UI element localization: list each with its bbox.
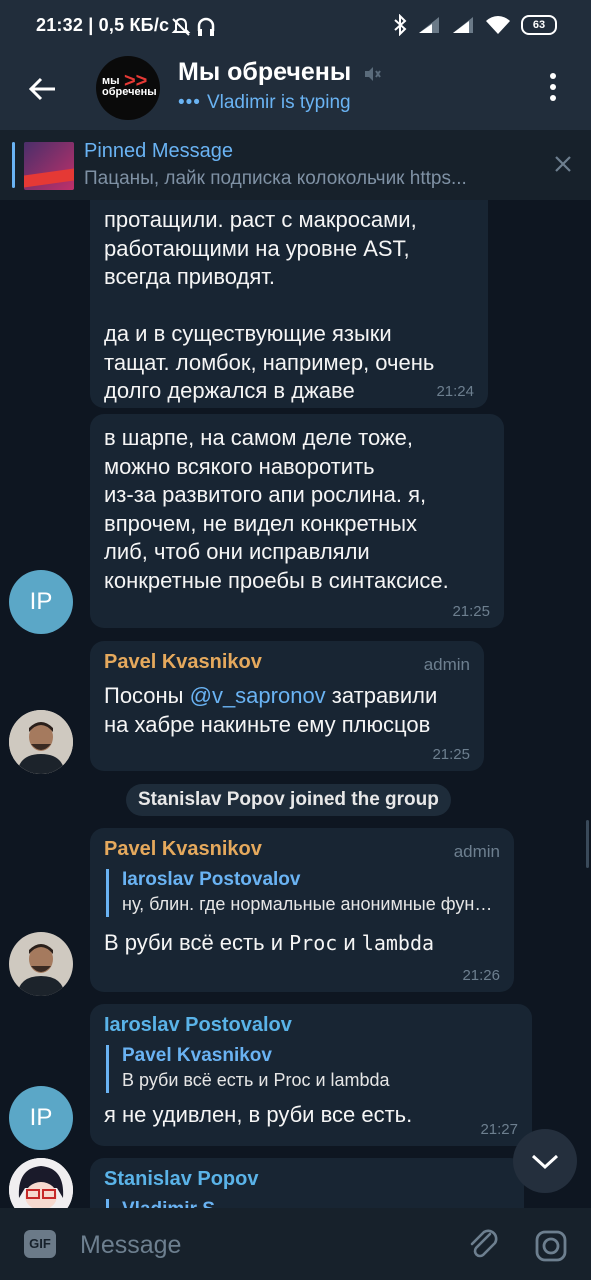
scroll-down-button[interactable] bbox=[513, 1129, 577, 1193]
message-text: В руби всё есть и Proc и lambda bbox=[104, 929, 500, 958]
avatar[interactable] bbox=[9, 1158, 73, 1208]
status-icons: 63 bbox=[393, 14, 557, 36]
admin-badge: admin bbox=[453, 842, 500, 861]
reply-quote[interactable]: Iaroslav Postovalov ну, блин. где нормал… bbox=[106, 869, 500, 917]
message-time: 21:24 bbox=[436, 383, 474, 400]
pinned-accent-bar bbox=[12, 142, 15, 188]
message-bubble[interactable]: в шарпе, на самом деле тоже, можно всяко… bbox=[90, 414, 504, 628]
service-message: Stanislav Popov joined the group bbox=[126, 784, 451, 816]
camera-icon[interactable] bbox=[533, 1228, 569, 1264]
typing-text: Vladimir is typing bbox=[206, 92, 351, 113]
message-text: протащили. раст с макросами, работающими… bbox=[104, 207, 435, 403]
mention-link[interactable]: @v_sapronov bbox=[190, 683, 326, 708]
scrollbar-thumb[interactable] bbox=[586, 820, 589, 868]
sender-name[interactable]: Iaroslav Postovalov bbox=[104, 1014, 518, 1037]
message-bubble[interactable]: протащили. раст с макросами, работающими… bbox=[90, 200, 488, 408]
message-text-part: В руби всё есть и bbox=[104, 930, 290, 955]
message-time: 21:25 bbox=[452, 603, 490, 620]
message-list[interactable]: протащили. раст с макросами, работающими… bbox=[0, 200, 591, 1208]
sender-name[interactable]: Pavel Kvasnikov bbox=[104, 651, 470, 674]
close-icon[interactable] bbox=[553, 154, 573, 174]
wifi-icon bbox=[486, 16, 510, 34]
message-bubble[interactable]: Stanislav Popov Vladimir S... bbox=[90, 1158, 524, 1208]
attach-icon[interactable] bbox=[466, 1226, 502, 1262]
typing-dots-icon: ••• bbox=[178, 92, 201, 113]
message-text: в шарпе, на самом деле тоже, можно всяко… bbox=[104, 425, 449, 593]
pinned-title: Pinned Message bbox=[84, 140, 233, 162]
avatar[interactable]: IP bbox=[9, 570, 73, 634]
quote-sender: Vladimir S... bbox=[122, 1199, 510, 1208]
message-input-bar: GIF bbox=[0, 1208, 591, 1280]
status-time-speed: 21:32 | 0,5 КБ/с bbox=[36, 15, 170, 35]
muted-speaker-icon bbox=[365, 67, 381, 81]
chat-header: мы обречены >> Мы обречены ••• Vladimir i… bbox=[0, 56, 591, 130]
user-photo-icon bbox=[9, 932, 73, 996]
group-avatar[interactable]: мы обречены >> bbox=[96, 56, 160, 120]
avatar[interactable] bbox=[9, 932, 73, 996]
admin-badge: admin bbox=[423, 655, 470, 674]
status-bar: 21:32 | 0,5 КБ/с 63 bbox=[0, 0, 591, 56]
sender-name[interactable]: Stanislav Popov bbox=[104, 1168, 510, 1191]
typing-status: ••• Vladimir is typing bbox=[178, 92, 351, 114]
message-bubble[interactable]: Pavel Kvasnikov admin Посоны @v_sapronov… bbox=[90, 641, 484, 771]
message-bubble[interactable]: Pavel Kvasnikov admin Iaroslav Postovalo… bbox=[90, 828, 514, 992]
pinned-text: Пацаны, лайк подписка колокольчик https.… bbox=[84, 168, 467, 189]
message-text: Посоны @v_sapronov затравили на хабре на… bbox=[104, 682, 470, 739]
avatar[interactable] bbox=[9, 710, 73, 774]
more-options-icon[interactable] bbox=[543, 70, 563, 104]
message-time: 21:26 bbox=[462, 967, 500, 984]
message-bubble[interactable]: Iaroslav Postovalov Pavel Kvasnikov В ру… bbox=[90, 1004, 532, 1146]
back-arrow-icon[interactable] bbox=[22, 68, 64, 110]
inline-code: lambda bbox=[361, 931, 435, 955]
chat-title[interactable]: Мы обречены bbox=[178, 58, 351, 87]
message-time: 21:25 bbox=[432, 746, 470, 763]
message-text: я не удивлен, в руби все есть. bbox=[104, 1102, 413, 1127]
message-input[interactable] bbox=[78, 1224, 442, 1266]
quote-text: ну, блин. где нормальные анонимные функц… bbox=[122, 894, 500, 914]
bluetooth-icon bbox=[394, 14, 407, 36]
message-text-part: Посоны bbox=[104, 683, 190, 708]
quote-sender: Pavel Kvasnikov bbox=[122, 1045, 272, 1066]
inline-code: Proc bbox=[289, 931, 338, 955]
quote-text: В руби всё есть и Proc и lambda bbox=[122, 1070, 390, 1090]
chevron-down-icon bbox=[531, 1154, 559, 1170]
headphones-icon bbox=[197, 17, 215, 36]
pinned-thumbnail bbox=[24, 142, 74, 190]
reply-quote[interactable]: Vladimir S... bbox=[106, 1199, 510, 1208]
reply-quote[interactable]: Pavel Kvasnikov В руби всё есть и Proc и… bbox=[106, 1045, 518, 1093]
avatar-logo-arrows: >> bbox=[124, 70, 148, 92]
anime-avatar-icon bbox=[9, 1158, 73, 1208]
user-photo-icon bbox=[9, 710, 73, 774]
signal-icon-1 bbox=[419, 17, 439, 33]
message-text-part: и bbox=[337, 930, 362, 955]
battery-icon: 63 bbox=[521, 15, 557, 35]
signal-icon-2 bbox=[453, 17, 473, 33]
sender-name[interactable]: Pavel Kvasnikov bbox=[104, 838, 500, 861]
mute-bell-icon bbox=[171, 17, 191, 36]
quote-sender: Iaroslav Postovalov bbox=[122, 869, 301, 890]
pinned-message-bar[interactable]: Pinned Message Пацаны, лайк подписка кол… bbox=[0, 130, 591, 200]
avatar[interactable]: IP bbox=[9, 1086, 73, 1150]
gif-button[interactable]: GIF bbox=[24, 1230, 56, 1258]
